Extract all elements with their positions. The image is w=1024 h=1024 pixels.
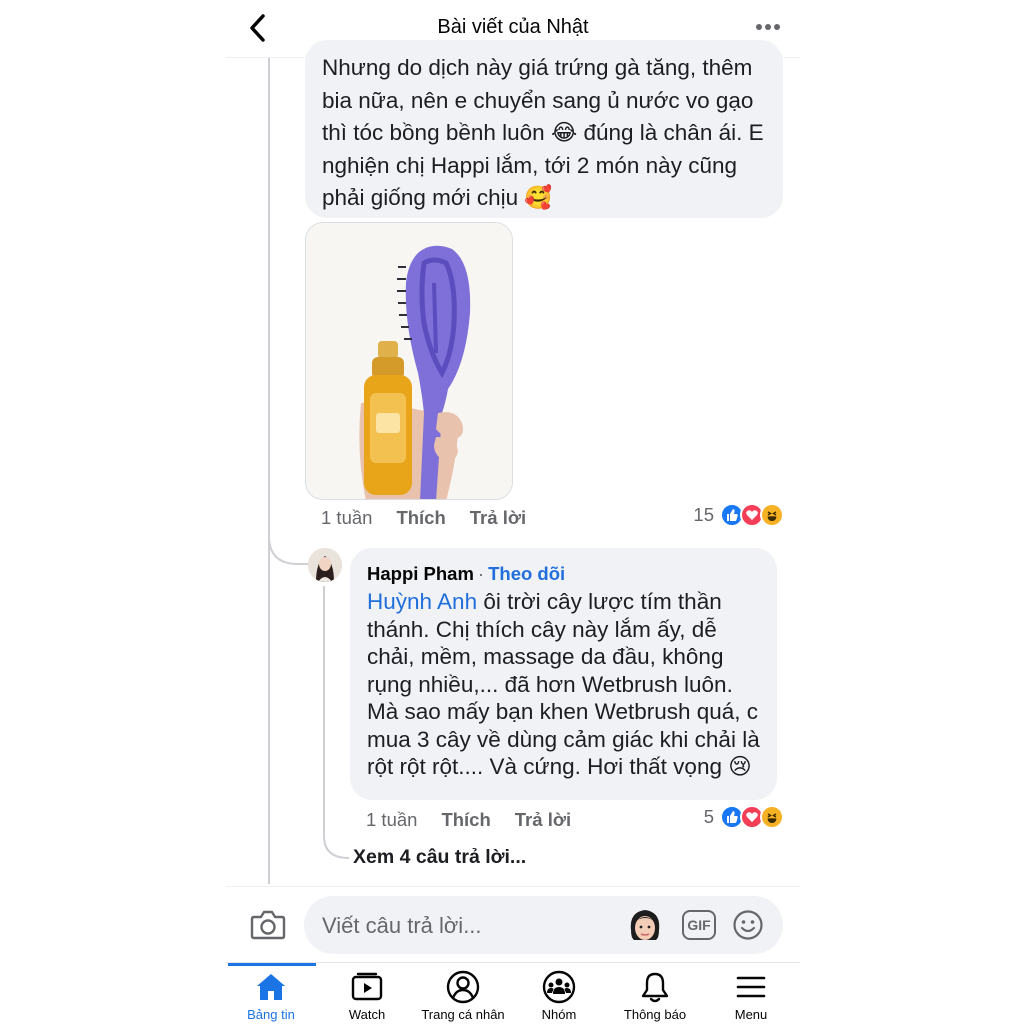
thread-line — [268, 548, 270, 884]
comment-body: ôi trời cây lược tím thần thánh. Chị thí… — [367, 589, 760, 779]
comment-time: 1 tuần — [366, 809, 418, 830]
tab-watch[interactable]: Watch — [319, 963, 415, 1024]
photo-hair-oil-and-purple-brush — [306, 223, 512, 499]
reaction-count: 5 — [703, 806, 714, 827]
bell-icon — [641, 972, 669, 1003]
smiley-icon[interactable] — [732, 909, 764, 941]
tab-notifications[interactable]: Thông báo — [607, 963, 703, 1024]
thread-line — [268, 58, 270, 548]
tab-label: Thông báo — [623, 1007, 687, 1022]
haha-reaction-icon — [760, 805, 784, 829]
haha-reaction-icon — [760, 503, 784, 527]
avatar-sticker-icon[interactable] — [626, 906, 664, 944]
tab-label: Menu — [734, 1007, 768, 1022]
separator-dot: · — [477, 563, 485, 584]
bottom-tab-bar: Bảng tin Watch Trang cá nhân Nhóm Thông … — [226, 962, 800, 1024]
comment-actions: 1 tuần Thích Trả lời — [366, 809, 571, 831]
tab-label: Trang cá nhân — [421, 1007, 505, 1022]
like-button[interactable]: Thích — [441, 809, 490, 831]
comment-photo[interactable] — [305, 222, 513, 500]
tab-label: Watch — [348, 1007, 386, 1022]
comment-actions: 1 tuần Thích Trả lời — [321, 507, 526, 529]
tab-menu[interactable]: Menu — [703, 963, 799, 1024]
reaction-summary[interactable]: 15 — [693, 503, 784, 527]
follow-button[interactable]: Theo dõi — [488, 563, 565, 584]
thread-connector — [323, 820, 350, 859]
more-horizontal-icon[interactable] — [756, 24, 780, 30]
reply-button[interactable]: Trả lời — [515, 809, 571, 831]
reply-button[interactable]: Trả lời — [470, 507, 526, 529]
tab-label: Bảng tin — [247, 1007, 295, 1022]
reaction-summary[interactable]: 5 — [704, 805, 784, 829]
reply-input[interactable]: Viết câu trả lời... GIF — [304, 896, 783, 954]
reply-bubble: Happi Pham · Theo dõi Huỳnh Anh ôi trời câ… — [350, 548, 777, 800]
tab-groups[interactable]: Nhóm — [511, 963, 607, 1024]
like-button[interactable]: Thích — [396, 507, 445, 529]
home-icon — [257, 974, 285, 1000]
thread-line — [323, 586, 325, 826]
gif-button[interactable]: GIF — [682, 910, 716, 940]
tab-profile[interactable]: Trang cá nhân — [415, 963, 511, 1024]
reply-composer: Viết câu trả lời... GIF — [226, 886, 800, 960]
page-title: Bài viết của Nhật — [437, 16, 589, 38]
thread-connector — [268, 520, 308, 565]
menu-icon — [736, 976, 766, 998]
watch-video-icon — [351, 972, 383, 1001]
reply-input-placeholder: Viết câu trả lời... — [322, 913, 482, 938]
tab-news-feed[interactable]: Bảng tin — [226, 963, 319, 1024]
reaction-count: 15 — [693, 504, 714, 525]
profile-icon — [446, 970, 480, 1004]
comment-text: Nhưng do dịch này giá trứng gà tăng, thê… — [322, 55, 764, 210]
comment-author[interactable]: Happi Pham — [367, 563, 474, 584]
mention-link[interactable]: Huỳnh Anh — [367, 589, 477, 614]
comment-time: 1 tuần — [321, 507, 373, 528]
comment-text: Huỳnh Anh ôi trời cây lược tím thần thán… — [367, 588, 763, 781]
comment-bubble: Nhưng do dịch này giá trứng gà tăng, thê… — [305, 40, 783, 218]
view-more-replies-link[interactable]: Xem 4 câu trả lời... — [353, 846, 526, 869]
tab-label: Nhóm — [541, 1007, 577, 1022]
groups-icon — [542, 970, 576, 1004]
comment-author-line: Happi Pham · Theo dõi — [367, 563, 565, 585]
camera-icon[interactable] — [250, 907, 286, 941]
post-comments-screen: Bài viết của Nhật Nhưng do dịch này giá … — [226, 0, 800, 1024]
avatar[interactable] — [308, 548, 342, 582]
